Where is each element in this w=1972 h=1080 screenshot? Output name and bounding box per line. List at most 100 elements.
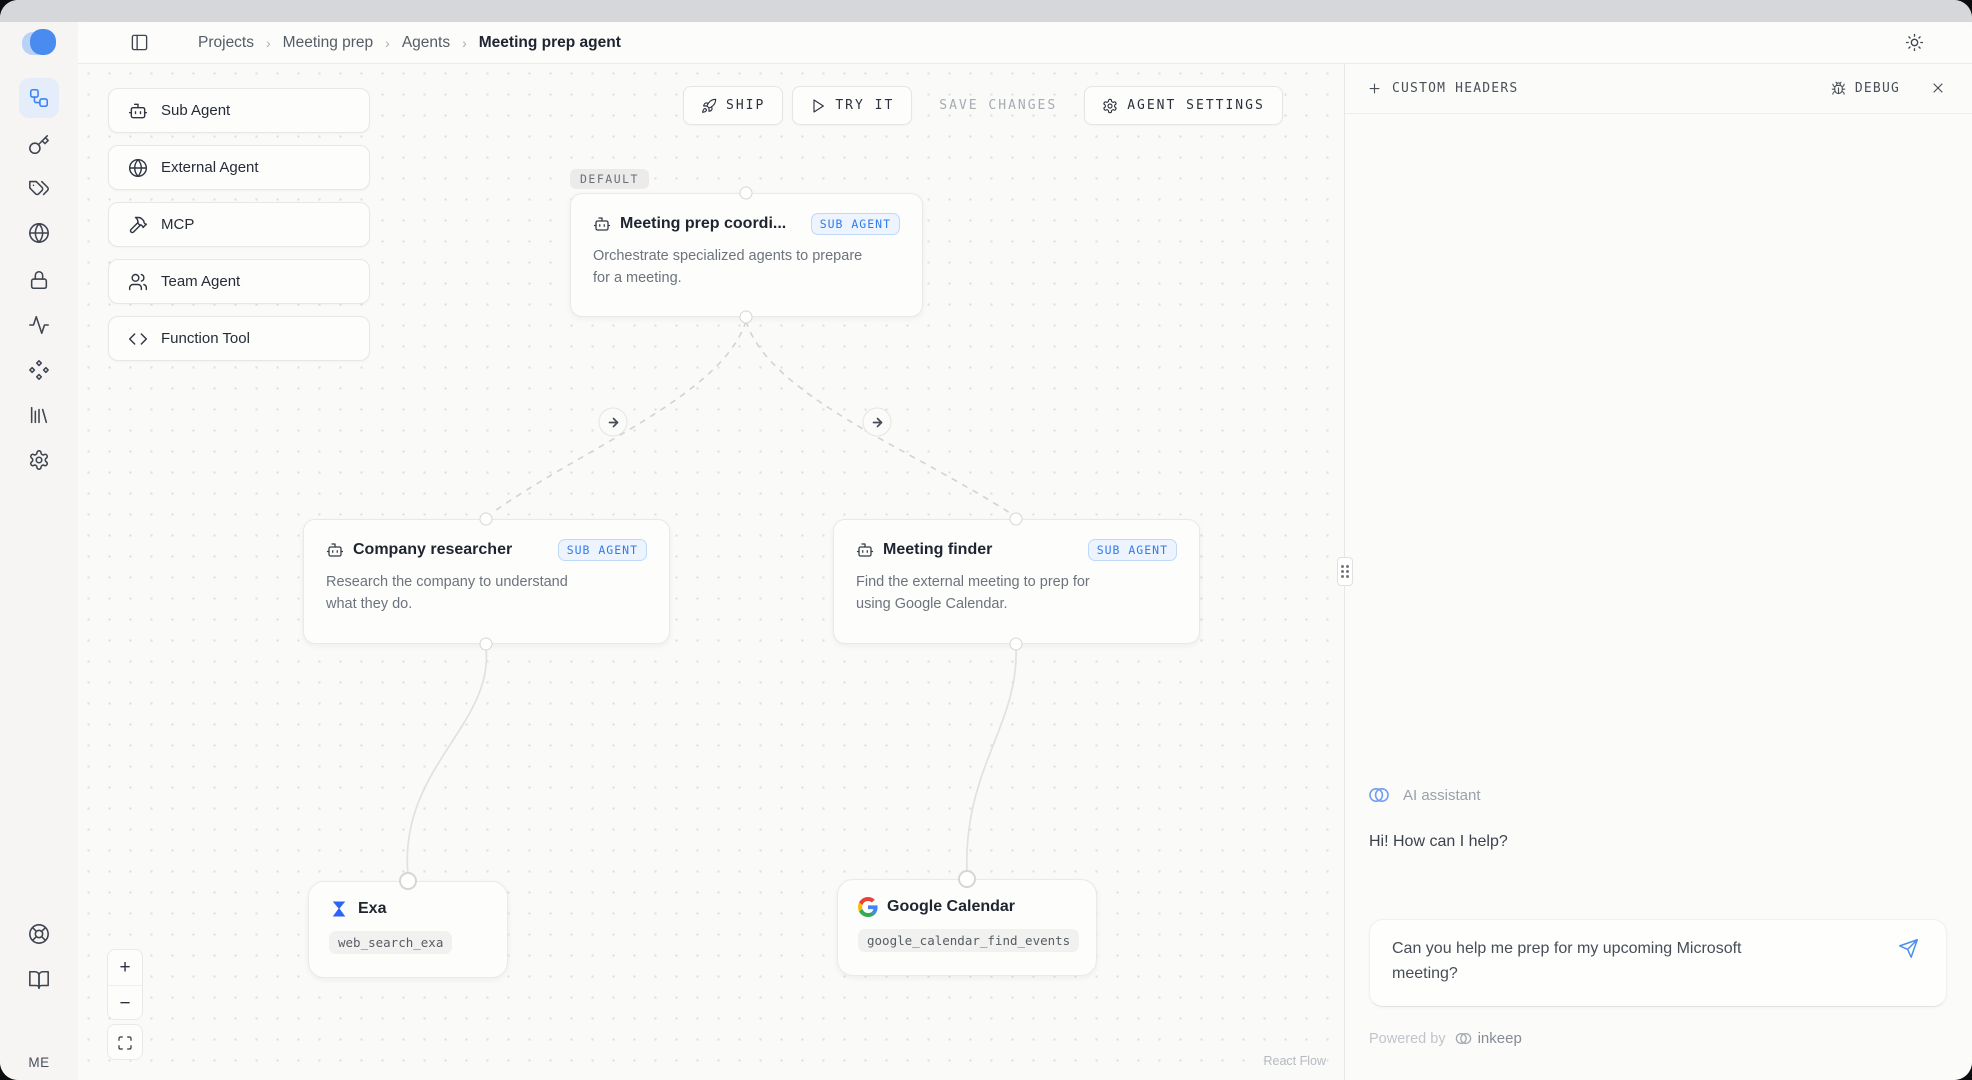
ship-button[interactable]: SHIP bbox=[683, 86, 783, 125]
node-title: Google Calendar bbox=[887, 898, 1015, 916]
icon-rail: ME bbox=[0, 22, 78, 1080]
node-exa-tool[interactable]: Exa web_search_exa bbox=[308, 881, 508, 978]
palette-item-mcp[interactable]: MCP bbox=[108, 202, 370, 247]
sidebar-item-docs[interactable] bbox=[19, 960, 59, 1000]
debug-label: DEBUG bbox=[1855, 81, 1900, 96]
palette-item-function-tool[interactable]: Function Tool bbox=[108, 316, 370, 361]
node-title: Exa bbox=[358, 900, 386, 918]
tool-name-pill: google_calendar_find_events bbox=[858, 929, 1079, 952]
palette-item-label: External Agent bbox=[161, 159, 259, 176]
save-changes-button[interactable]: SAVE CHANGES bbox=[921, 86, 1075, 125]
breadcrumb-current-page: Meeting prep agent bbox=[479, 34, 621, 52]
sidebar-item-security[interactable] bbox=[19, 260, 59, 300]
google-logo-icon bbox=[858, 897, 878, 917]
panel-resize-grip[interactable] bbox=[1337, 557, 1353, 586]
bot-icon bbox=[593, 215, 611, 233]
play-icon bbox=[810, 98, 826, 114]
react-flow-attribution[interactable]: React Flow bbox=[1263, 1054, 1326, 1068]
flow-canvas[interactable]: Sub Agent External Agent MCP Team Agent … bbox=[78, 63, 1344, 1080]
sidebar-item-external[interactable] bbox=[19, 213, 59, 253]
window-top-strip bbox=[0, 0, 1972, 22]
palette-item-team-agent[interactable]: Team Agent bbox=[108, 259, 370, 304]
node-handle-bottom[interactable] bbox=[1010, 638, 1023, 651]
try-it-button-label: TRY IT bbox=[835, 98, 894, 113]
maximize-icon bbox=[117, 1035, 133, 1051]
sidebar-item-library[interactable] bbox=[19, 395, 59, 435]
assistant-label: AI assistant bbox=[1403, 787, 1481, 804]
breadcrumb-project-name[interactable]: Meeting prep bbox=[283, 34, 373, 52]
globe-icon bbox=[128, 158, 148, 178]
node-description: Find the external meeting to prep for us… bbox=[856, 572, 1126, 616]
sub-agent-badge: SUB AGENT bbox=[1088, 539, 1177, 561]
zoom-out-button[interactable]: − bbox=[108, 985, 142, 1020]
breadcrumb-agents[interactable]: Agents bbox=[402, 34, 450, 52]
workflow-icon bbox=[28, 87, 50, 109]
sidebar-item-help[interactable] bbox=[19, 914, 59, 954]
plus-icon bbox=[1367, 81, 1382, 96]
palette-item-external-agent[interactable]: External Agent bbox=[108, 145, 370, 190]
bot-icon bbox=[326, 541, 344, 559]
node-handle-top[interactable] bbox=[958, 870, 976, 888]
add-custom-headers-button[interactable]: CUSTOM HEADERS bbox=[1367, 81, 1518, 96]
assistant-greeting-message: Hi! How can I help? bbox=[1369, 833, 1508, 851]
inkeep-logo[interactable] bbox=[22, 26, 58, 60]
sidebar-item-credentials[interactable] bbox=[19, 125, 59, 165]
node-handle-top[interactable] bbox=[740, 187, 753, 200]
sidebar-item-settings[interactable] bbox=[19, 440, 59, 480]
assistant-header: AI assistant bbox=[1367, 783, 1481, 807]
node-company-researcher[interactable]: Company researcher SUB AGENT Research th… bbox=[303, 519, 670, 644]
theme-toggle-button[interactable] bbox=[1898, 27, 1930, 59]
panel-left-icon bbox=[130, 33, 149, 52]
edge-researcher-to-exa bbox=[407, 648, 486, 875]
powered-by-label: Powered by bbox=[1369, 1031, 1446, 1047]
palette-item-sub-agent[interactable]: Sub Agent bbox=[108, 88, 370, 133]
zoom-in-button[interactable]: + bbox=[108, 950, 142, 985]
send-message-button[interactable] bbox=[1898, 938, 1922, 962]
zoom-controls: + − bbox=[107, 949, 143, 1020]
sidebar-item-components[interactable] bbox=[19, 350, 59, 390]
node-description: Research the company to understand what … bbox=[326, 572, 596, 616]
exa-logo-icon bbox=[329, 899, 349, 919]
edge-finder-to-gcal bbox=[967, 648, 1016, 873]
node-handle-top[interactable] bbox=[399, 872, 417, 890]
debug-button[interactable]: DEBUG bbox=[1831, 81, 1900, 96]
default-agent-tag: DEFAULT bbox=[570, 169, 649, 189]
grip-dots-icon bbox=[1341, 565, 1349, 578]
fit-view-control bbox=[107, 1024, 143, 1060]
node-handle-top[interactable] bbox=[1010, 513, 1023, 526]
node-google-calendar-tool[interactable]: Google Calendar google_calendar_find_eve… bbox=[837, 879, 1097, 976]
rocket-icon bbox=[701, 98, 717, 114]
close-panel-button[interactable] bbox=[1926, 76, 1950, 100]
node-handle-bottom[interactable] bbox=[740, 311, 753, 324]
node-meeting-finder[interactable]: Meeting finder SUB AGENT Find the extern… bbox=[833, 519, 1200, 644]
chat-input[interactable]: Can you help me prep for my upcoming Mic… bbox=[1392, 936, 1782, 987]
panel-left-toggle-button[interactable] bbox=[124, 28, 154, 58]
breadcrumb: Projects › Meeting prep › Agents › Meeti… bbox=[198, 34, 621, 52]
sidebar-item-activity[interactable] bbox=[19, 305, 59, 345]
agent-settings-button[interactable]: AGENT SETTINGS bbox=[1084, 86, 1283, 125]
globe-icon bbox=[28, 222, 50, 244]
try-it-panel: CUSTOM HEADERS DEBUG AI assistant Hi! Ho… bbox=[1344, 63, 1972, 1080]
node-handle-top[interactable] bbox=[480, 513, 493, 526]
logo-blob-blue bbox=[30, 29, 56, 55]
components-icon bbox=[28, 359, 50, 381]
breadcrumb-projects[interactable]: Projects bbox=[198, 34, 254, 52]
custom-headers-label: CUSTOM HEADERS bbox=[1392, 81, 1518, 96]
powered-by-row[interactable]: Powered by inkeep bbox=[1369, 1029, 1522, 1048]
sidebar-item-workflow[interactable] bbox=[19, 78, 59, 118]
node-handle-bottom[interactable] bbox=[480, 638, 493, 651]
arrow-right-icon bbox=[870, 415, 884, 429]
lock-icon bbox=[28, 269, 50, 291]
fullscreen-button[interactable] bbox=[108, 1025, 142, 1060]
tags-icon bbox=[28, 177, 50, 199]
node-meeting-prep-coordinator[interactable]: Meeting prep coordi... SUB AGENT Orchest… bbox=[570, 193, 923, 317]
sidebar-item-tags[interactable] bbox=[19, 168, 59, 208]
library-icon bbox=[28, 404, 50, 426]
topbar: Projects › Meeting prep › Agents › Meeti… bbox=[78, 22, 1972, 64]
tool-name-pill: web_search_exa bbox=[329, 931, 452, 954]
try-it-button[interactable]: TRY IT bbox=[792, 86, 912, 125]
save-changes-button-label: SAVE CHANGES bbox=[939, 98, 1057, 113]
book-open-icon bbox=[28, 969, 50, 991]
gear-icon bbox=[28, 449, 50, 471]
user-avatar[interactable]: ME bbox=[0, 1055, 78, 1070]
